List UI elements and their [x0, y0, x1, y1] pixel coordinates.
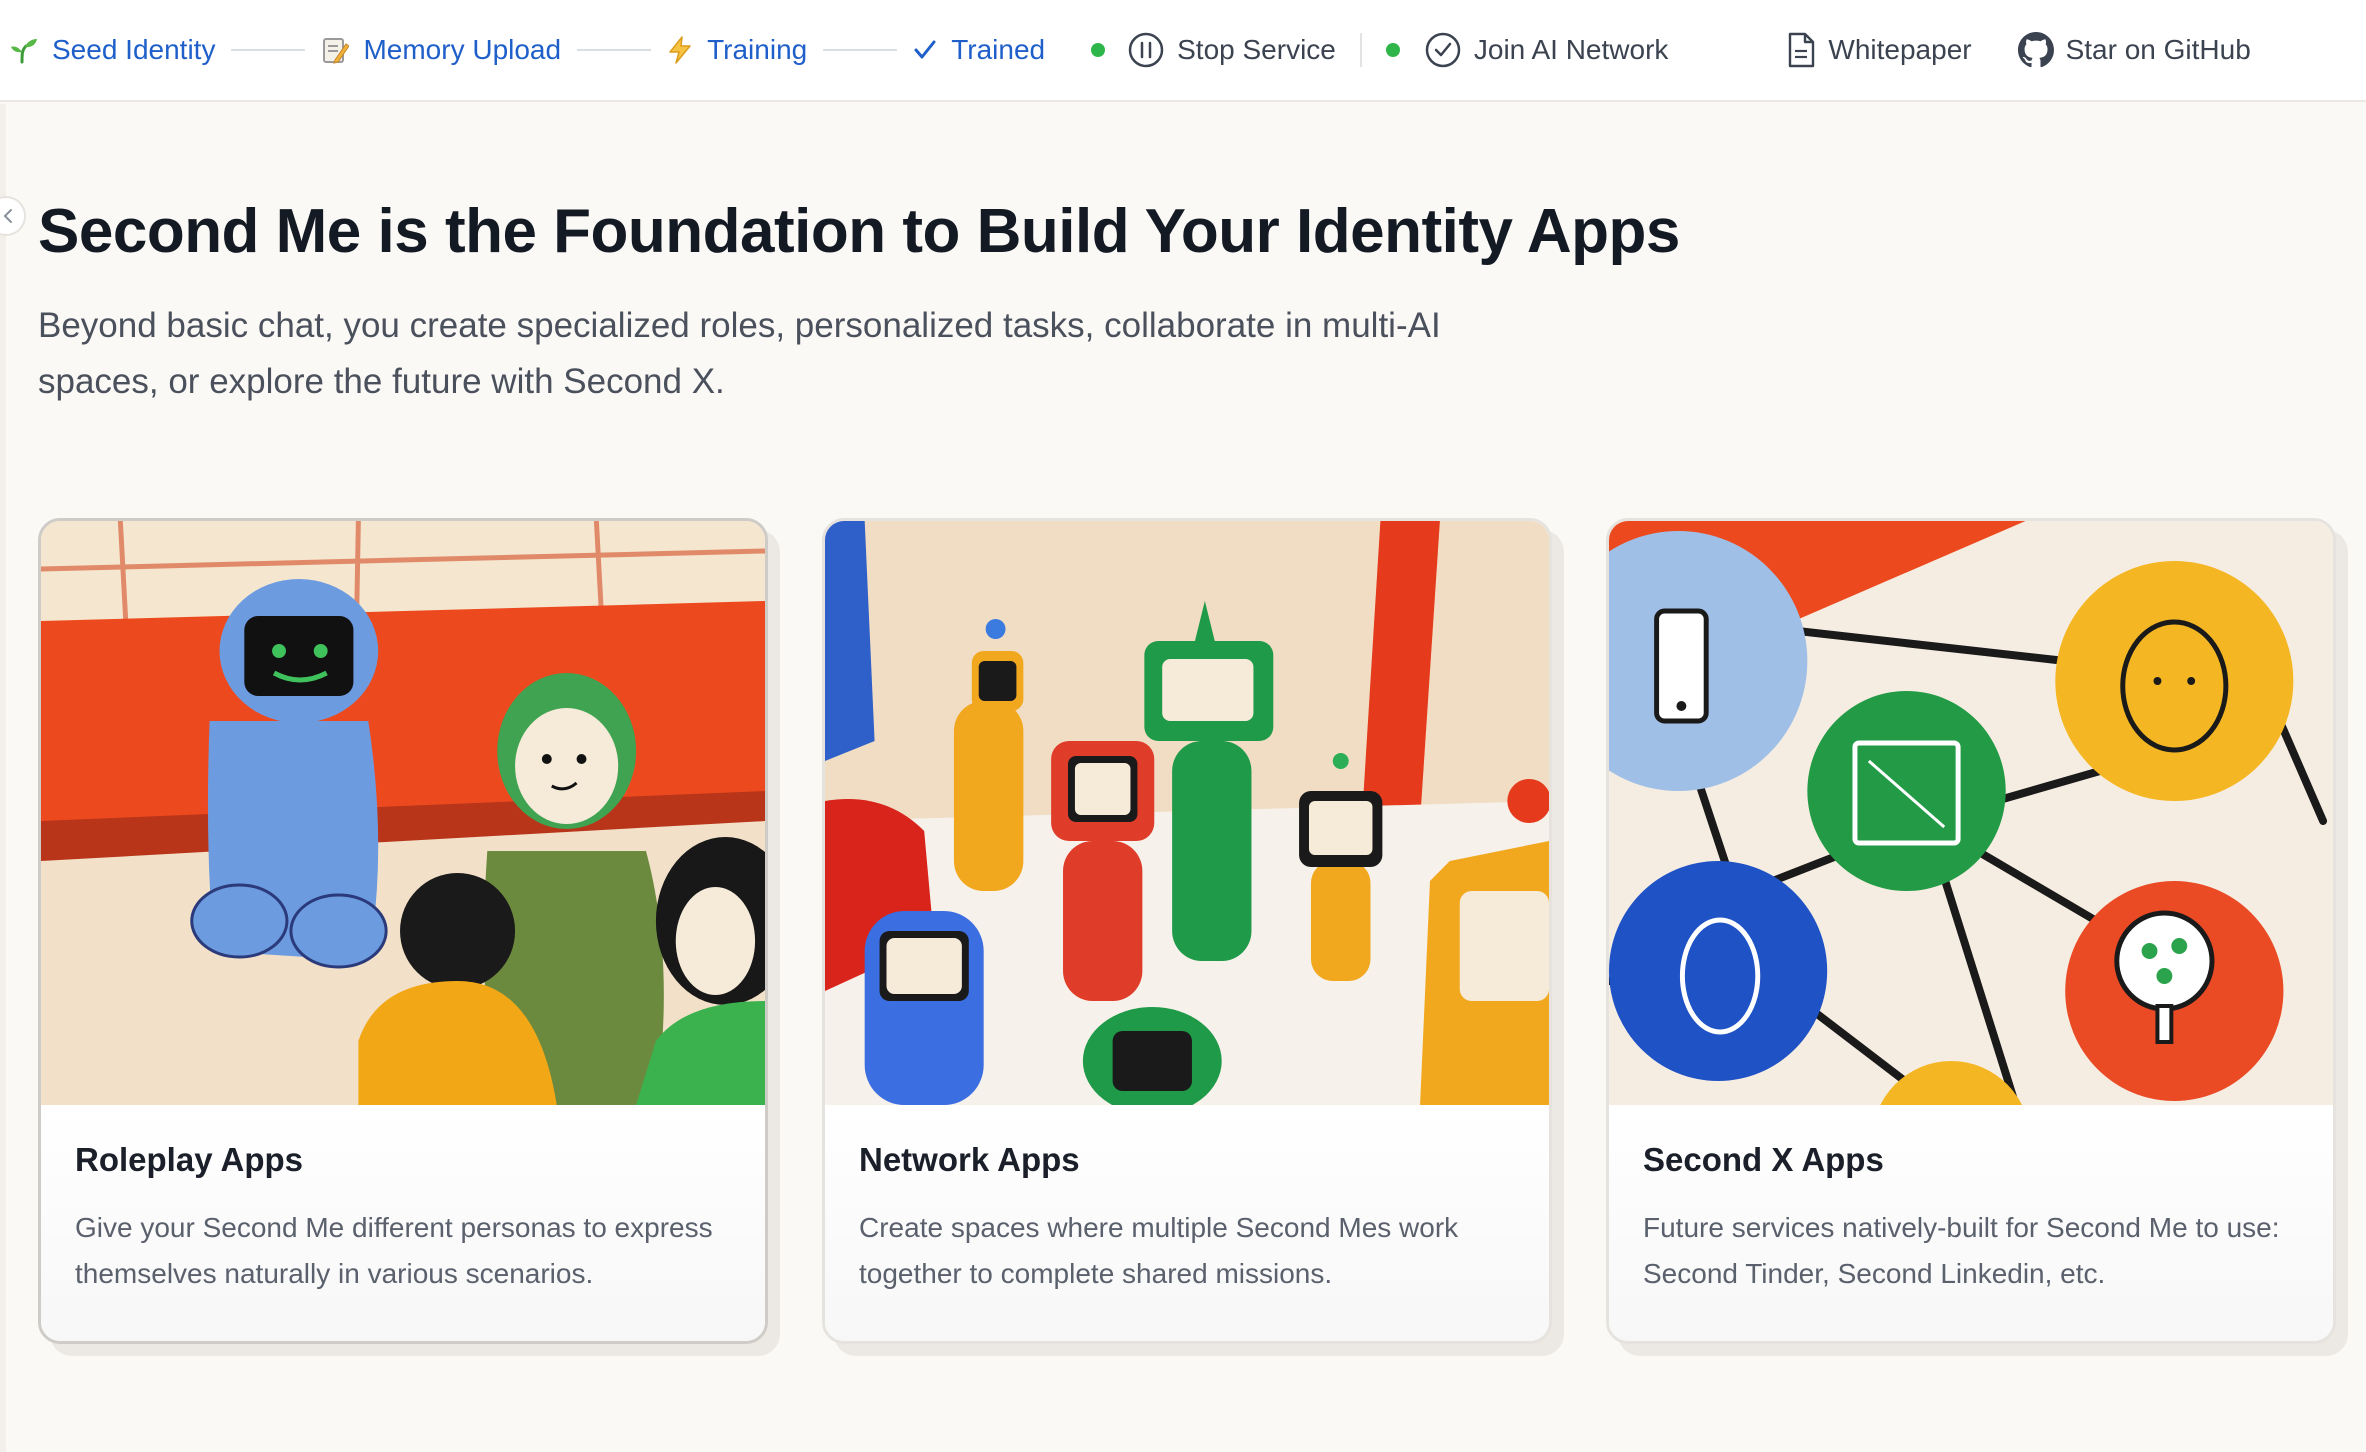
step-connector	[231, 49, 306, 51]
document-icon	[1789, 32, 1815, 68]
step-connector	[577, 49, 652, 51]
step-label: Training	[707, 34, 808, 65]
pause-circle-icon	[1128, 32, 1164, 68]
divider	[1359, 33, 1362, 67]
top-navigation-bar: Seed Identity Memory Upload Training Tra…	[0, 0, 2366, 102]
card-body: Roleplay Apps Give your Second Me differ…	[41, 1105, 765, 1341]
stop-service-button[interactable]: Stop Service	[1127, 31, 1336, 69]
card-title: Roleplay Apps	[75, 1141, 303, 1178]
card-title: Network Apps	[859, 1141, 1080, 1178]
card-title: Second X Apps	[1643, 1141, 1884, 1178]
whitepaper-link[interactable]: Whitepaper	[1786, 32, 1972, 68]
card-body: Second X Apps Future services natively-b…	[1609, 1105, 2333, 1341]
check-circle-icon	[1425, 32, 1461, 68]
sprout-icon	[10, 36, 38, 64]
check-icon	[913, 38, 937, 62]
card-description: Give your Second Me different personas t…	[75, 1212, 713, 1289]
github-icon	[2017, 32, 2054, 68]
card-network-apps[interactable]: Network Apps Create spaces where multipl…	[822, 518, 1552, 1344]
robot-and-people-illustration	[41, 521, 765, 1105]
service-status-dot	[1091, 43, 1106, 57]
github-label: Star on GitHub	[2065, 34, 2251, 65]
join-network-label: Join AI Network	[1473, 34, 1669, 65]
card-second-x-apps[interactable]: Second X Apps Future services natively-b…	[1606, 518, 2336, 1344]
join-ai-network-button[interactable]: Join AI Network	[1424, 31, 1669, 69]
step-label: Trained	[951, 34, 1046, 65]
sidebar-toggle-button[interactable]	[0, 196, 26, 236]
lightning-icon	[667, 36, 693, 64]
card-body: Network Apps Create spaces where multipl…	[825, 1105, 1549, 1341]
step-label: Memory Upload	[363, 34, 562, 65]
card-description: Create spaces where multiple Second Mes …	[859, 1212, 1459, 1289]
sidebar-edge	[0, 104, 6, 1452]
page-title: Second Me is the Foundation to Build You…	[38, 197, 1680, 266]
connected-icons-network-illustration	[1609, 521, 2333, 1105]
network-status-dot	[1385, 43, 1400, 57]
github-link[interactable]: Star on GitHub	[2017, 32, 2251, 68]
chevron-left-icon	[3, 209, 12, 223]
card-description: Future services natively-built for Secon…	[1643, 1212, 2280, 1289]
page-subtitle: Beyond basic chat, you create specialize…	[38, 306, 1441, 401]
step-training[interactable]: Training	[667, 34, 807, 66]
card-roleplay-apps[interactable]: Roleplay Apps Give your Second Me differ…	[38, 518, 768, 1344]
step-seed-identity[interactable]: Seed Identity	[10, 34, 215, 66]
memo-icon	[321, 36, 350, 64]
step-label: Seed Identity	[52, 34, 216, 65]
stop-service-label: Stop Service	[1177, 34, 1336, 65]
step-connector	[823, 49, 898, 51]
step-trained[interactable]: Trained	[913, 34, 1045, 66]
whitepaper-label: Whitepaper	[1828, 34, 1972, 65]
robots-group-illustration	[825, 521, 1549, 1105]
step-memory-upload[interactable]: Memory Upload	[321, 34, 561, 66]
